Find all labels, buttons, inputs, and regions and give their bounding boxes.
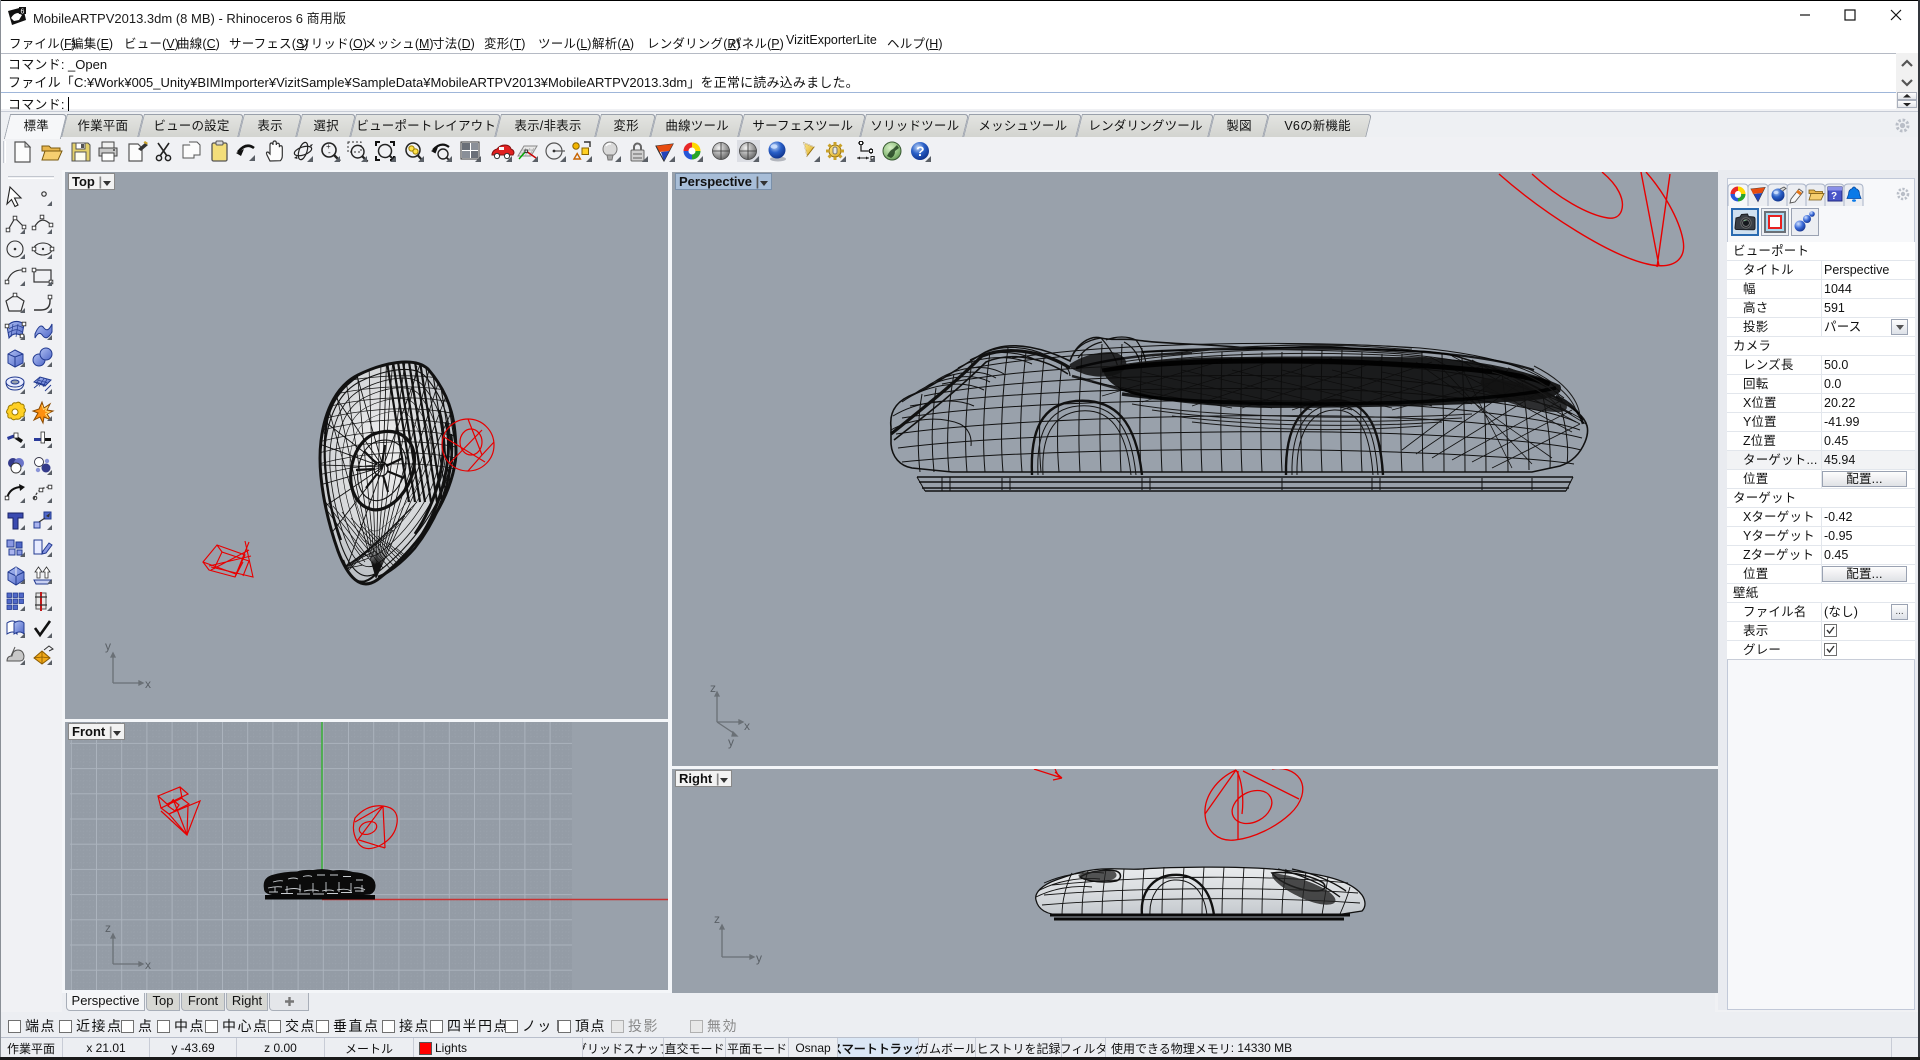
svg-text:?: ? [1831, 191, 1837, 202]
svg-text:y: y [105, 639, 111, 653]
svg-text:y: y [756, 951, 762, 965]
svg-text:6: 6 [21, 9, 25, 16]
svg-text:z: z [710, 681, 716, 695]
svg-text:y: y [728, 735, 734, 749]
svg-text:z: z [105, 921, 111, 935]
svg-text:z: z [714, 912, 720, 926]
svg-text:x: x [145, 958, 151, 972]
svg-text:-: - [328, 148, 331, 157]
svg-text:x: x [145, 677, 151, 691]
svg-text:?: ? [916, 143, 925, 159]
svg-text:x: x [744, 719, 750, 733]
